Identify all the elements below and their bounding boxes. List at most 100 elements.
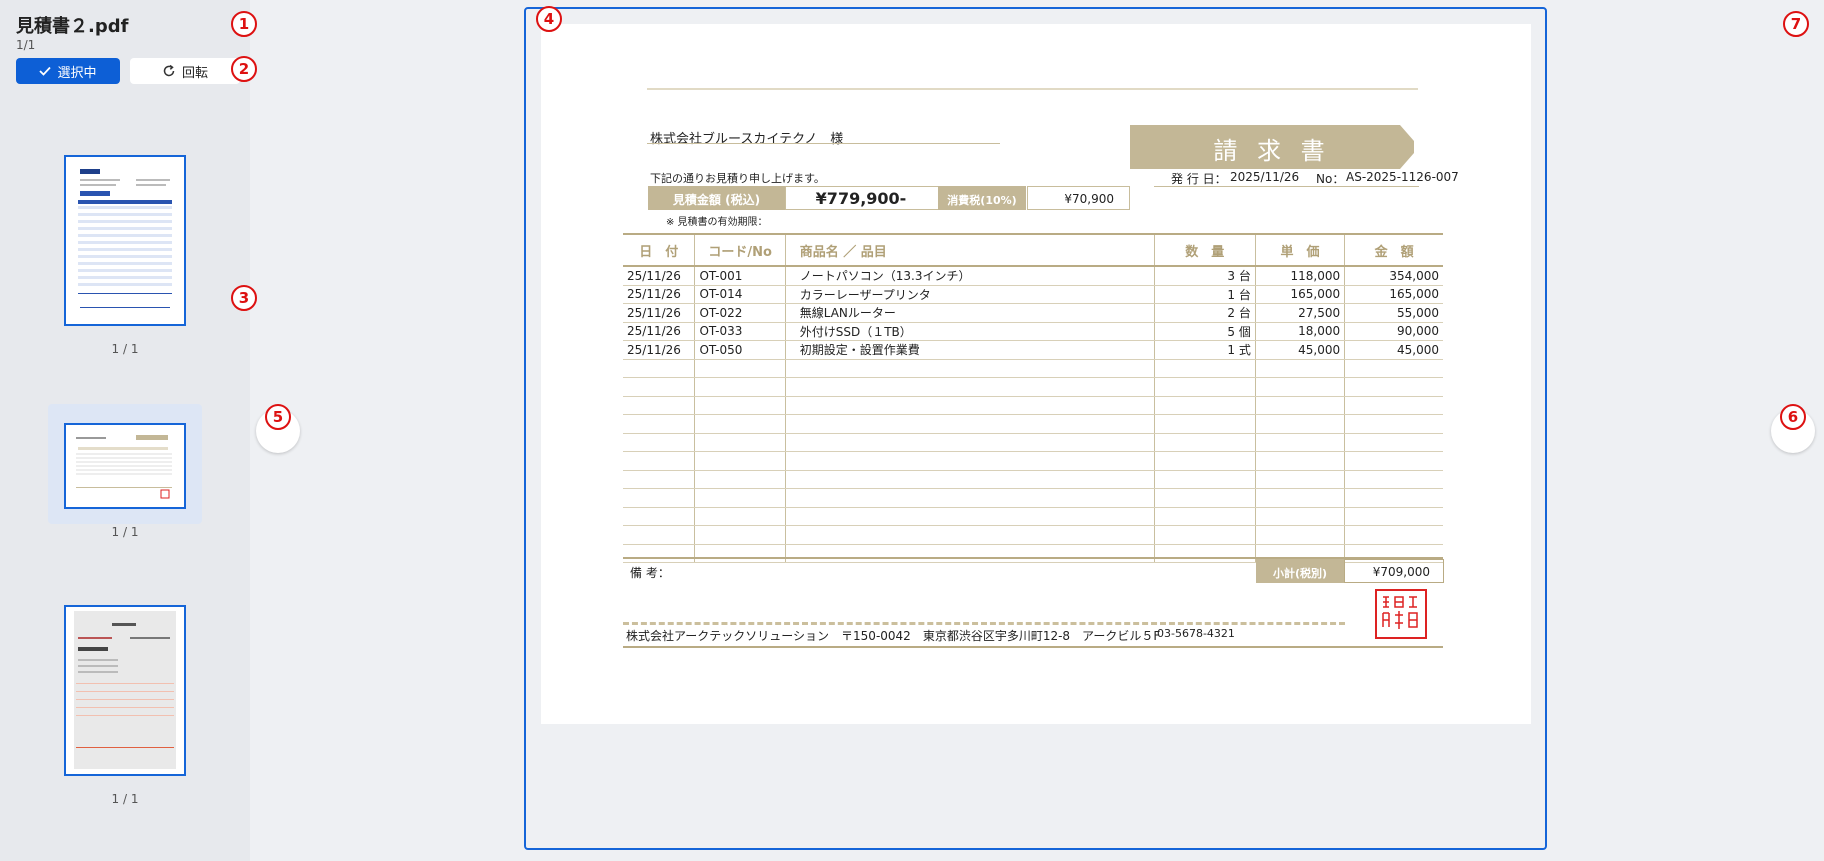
table-cell-date (623, 414, 696, 434)
top-rule (647, 88, 1418, 90)
table-cell-name (785, 433, 1155, 452)
rotate-icon (163, 64, 175, 77)
table-row (623, 470, 1443, 489)
table-row: 25/11/26 OT-014 カラーレーザープリンタ 1 台 165,000 165,0… (623, 285, 1443, 304)
annotation-badge-4: 4 (536, 6, 562, 32)
thumbnail-3-preview (74, 611, 176, 769)
table-cell-unit (1255, 414, 1346, 434)
table-body: 25/11/26 OT-001 ノートパソコン（13.3インチ） 3 台 118,000… (623, 266, 1443, 563)
table-row (623, 396, 1443, 415)
annotation-badge-3: 3 (231, 285, 257, 311)
table-cell-name (785, 359, 1155, 378)
table-cell-qty (1154, 414, 1256, 434)
table-cell-unit (1255, 488, 1346, 508)
select-button[interactable]: 選択中 (16, 58, 120, 84)
table-cell-code (694, 359, 786, 378)
table-row (623, 433, 1443, 452)
thumbnail-2-preview (76, 435, 172, 499)
table-cell-name (785, 451, 1155, 471)
table-cell-amount: 90,000 (1344, 322, 1443, 341)
annotation-badge-6: 6 (1780, 404, 1806, 430)
table-cell-date: 25/11/26 (623, 340, 696, 360)
table-row (623, 414, 1443, 434)
table-cell-code (694, 414, 786, 434)
table-cell-unit (1255, 525, 1346, 545)
table-row (623, 525, 1443, 545)
intro-text: 下記の通りお見積り申し上げます。 (650, 172, 825, 185)
table-cell-qty (1154, 433, 1256, 452)
table-cell-date: 25/11/26 (623, 303, 696, 323)
table-cell-date: 25/11/26 (623, 322, 696, 341)
table-cell-name (785, 414, 1155, 434)
annotation-badge-1: 1 (231, 11, 257, 37)
table-cell-name: ノートパソコン（13.3インチ） (785, 266, 1155, 286)
table-cell-amount: 45,000 (1344, 340, 1443, 360)
table-cell-qty: 1 式 (1154, 340, 1256, 360)
column-code: コード/No (694, 233, 786, 267)
table-cell-unit (1255, 451, 1346, 471)
table-cell-qty (1154, 396, 1256, 415)
table-cell-qty (1154, 525, 1256, 545)
thumbnail-page-3[interactable] (64, 605, 186, 776)
annotation-badge-7: 7 (1783, 11, 1809, 37)
seal-mark (1382, 596, 1418, 629)
table-cell-date (623, 433, 696, 452)
thumbnail-page-2[interactable] (64, 423, 186, 509)
table-row (623, 451, 1443, 471)
table-row: 25/11/26 OT-050 初期設定・設置作業費 1 式 45,000 45,000 (623, 340, 1443, 360)
doc-no-label: No： (1316, 172, 1345, 186)
page-count: 1/1 (16, 38, 36, 52)
table-cell-amount (1344, 396, 1443, 415)
table-cell-qty (1154, 507, 1256, 526)
remarks-label: 備 考： (630, 566, 670, 580)
table-cell-name (785, 488, 1155, 508)
table-cell-date (623, 396, 696, 415)
recipient-name: 株式会社ブルースカイテクノ 様 (650, 132, 844, 147)
table-cell-qty: 2 台 (1154, 303, 1256, 323)
table-cell-unit (1255, 470, 1346, 489)
table-cell-date (623, 470, 696, 489)
table-cell-code (694, 507, 786, 526)
table-row: 25/11/26 OT-001 ノートパソコン（13.3インチ） 3 台 118,000… (623, 266, 1443, 286)
thumbnail-page-1[interactable] (64, 155, 186, 326)
table-cell-qty (1154, 359, 1256, 378)
table-cell-qty (1154, 377, 1256, 397)
doc-no: AS-2025-1126-007 (1346, 170, 1459, 184)
table-cell-unit: 18,000 (1255, 322, 1346, 341)
table-cell-amount (1344, 488, 1443, 508)
table-cell-unit (1255, 396, 1346, 415)
column-qty: 数 量 (1154, 233, 1256, 267)
table-cell-amount: 55,000 (1344, 303, 1443, 323)
total-label: 見積金額 (税込) (672, 193, 761, 207)
table-cell-qty: 1 台 (1154, 285, 1256, 304)
footer-dashed-rule (623, 622, 1345, 625)
table-cell-code: OT-050 (694, 340, 786, 360)
table-cell-qty (1154, 470, 1256, 489)
table-cell-amount (1344, 525, 1443, 545)
thumbnail-2-label: 1 / 1 (111, 525, 139, 539)
table-cell-qty (1154, 451, 1256, 471)
table-cell-unit: 27,500 (1255, 303, 1346, 323)
subtotal-value: ¥709,000 (1372, 565, 1430, 579)
table-row (623, 488, 1443, 508)
table-cell-date: 25/11/26 (623, 266, 696, 286)
annotation-badge-5: 5 (265, 404, 291, 430)
table-cell-date (623, 488, 696, 508)
table-cell-name (785, 377, 1155, 397)
table-cell-amount (1344, 451, 1443, 471)
table-cell-code (694, 433, 786, 452)
table-cell-code: OT-022 (694, 303, 786, 323)
tax-label: 消費税(10%) (947, 194, 1017, 207)
table-cell-name: 無線LANルーター (785, 303, 1155, 323)
table-cell-date: 25/11/26 (623, 285, 696, 304)
table-row: 25/11/26 OT-033 外付けSSD（１TB） 5 個 18,000 90,000 (623, 322, 1443, 341)
table-cell-code (694, 525, 786, 545)
thumbnail-1-preview (78, 169, 172, 308)
rotate-button[interactable]: 回転 (130, 58, 240, 84)
table-cell-amount: 165,000 (1344, 285, 1443, 304)
tax-value: ¥70,900 (1064, 192, 1114, 206)
annotation-badge-2: 2 (231, 56, 257, 82)
table-cell-code (694, 451, 786, 471)
table-cell-amount (1344, 433, 1443, 452)
issue-date: 2025/11/26 (1230, 170, 1300, 184)
